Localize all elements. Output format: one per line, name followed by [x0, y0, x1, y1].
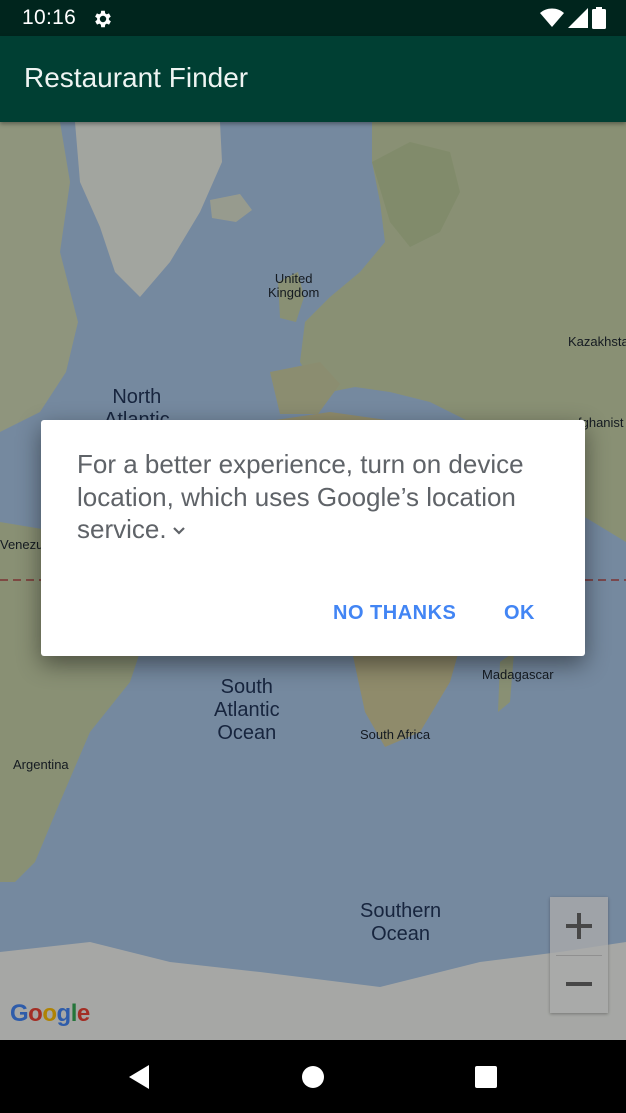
no-thanks-button[interactable]: NO THANKS	[333, 602, 456, 625]
location-dialog: For a better experience, turn on device …	[41, 420, 585, 656]
dialog-message-text: For a better experience, turn on device …	[77, 449, 524, 544]
wifi-icon	[540, 8, 564, 27]
dialog-message[interactable]: For a better experience, turn on device …	[77, 448, 557, 546]
home-icon	[302, 1066, 324, 1088]
signal-icon	[568, 8, 588, 28]
back-button[interactable]	[126, 1064, 152, 1090]
recents-icon	[475, 1066, 497, 1088]
home-button[interactable]	[300, 1064, 326, 1090]
status-time: 10:16	[22, 6, 77, 29]
status-bar: 10:16	[0, 0, 626, 36]
back-icon	[129, 1065, 149, 1089]
device-screen: 10:16 Restaurant Finder United Kingdom K…	[0, 0, 626, 1113]
ok-button[interactable]: OK	[504, 602, 535, 625]
chevron-down-icon[interactable]	[171, 525, 187, 537]
app-title: Restaurant Finder	[24, 62, 249, 93]
recents-button[interactable]	[473, 1064, 499, 1090]
navigation-bar	[0, 1040, 626, 1113]
status-icons	[540, 7, 606, 29]
app-bar: Restaurant Finder	[0, 36, 626, 122]
gear-icon	[95, 10, 111, 28]
battery-icon	[592, 7, 606, 29]
